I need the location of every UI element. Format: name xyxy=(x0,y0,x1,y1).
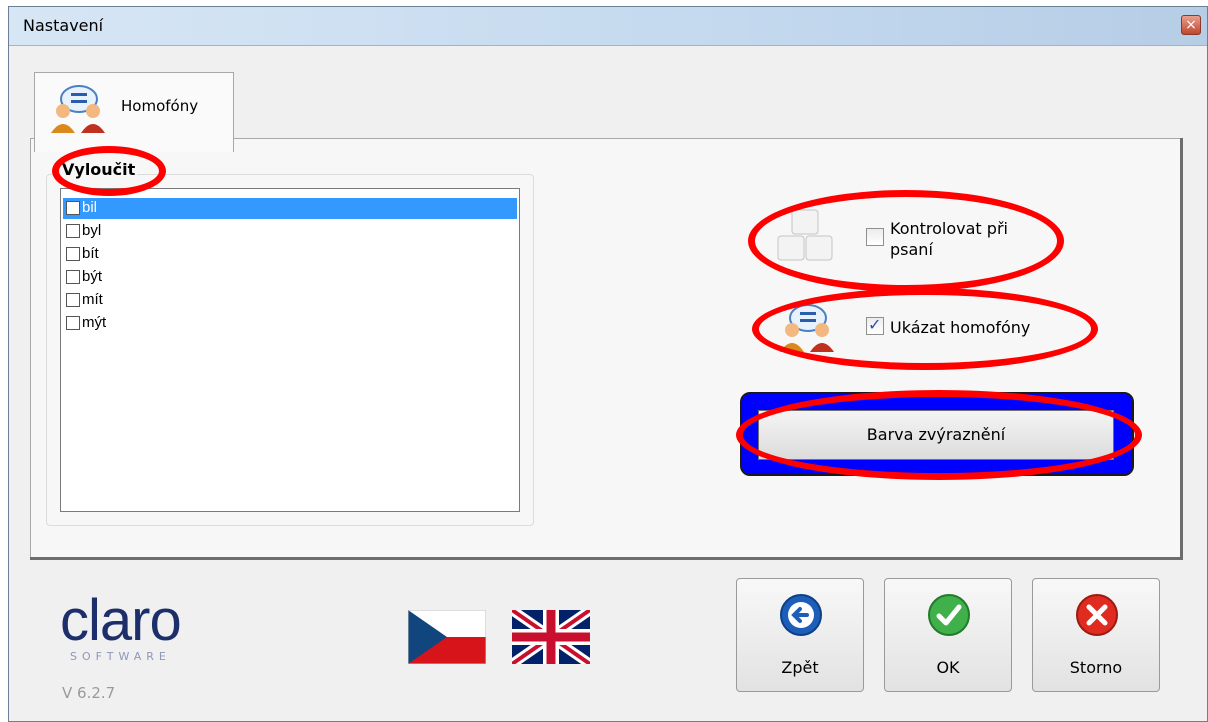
czech-flag-icon[interactable] xyxy=(407,609,487,665)
cancel-button-label: Storno xyxy=(1069,658,1123,677)
checkmark-icon xyxy=(928,594,970,636)
list-item-label: bít xyxy=(82,245,99,262)
panel-shadow-bottom xyxy=(30,557,1182,560)
list-item[interactable]: bít xyxy=(63,244,517,265)
check-while-typing-checkbox[interactable] xyxy=(866,228,884,246)
desktop-edge xyxy=(0,0,8,722)
keyboard-keys-icon xyxy=(776,208,840,268)
list-item-label: bil xyxy=(82,199,98,216)
close-button[interactable]: × xyxy=(1181,15,1201,35)
label-line-1: Kontrolovat při xyxy=(890,219,1008,238)
exclude-list[interactable]: bil byl bít být mít mýt xyxy=(60,188,520,512)
cancel-x-icon xyxy=(1076,594,1118,636)
list-item-label: byl xyxy=(82,222,102,239)
list-item-label: být xyxy=(82,268,103,285)
title-bar[interactable]: Nastavení × xyxy=(9,7,1207,46)
check-while-typing-option[interactable]: Kontrolovat při psaní xyxy=(866,218,1008,260)
homophones-icon xyxy=(776,300,840,360)
homophones-icon xyxy=(47,83,111,139)
ok-button-label: OK xyxy=(936,658,960,677)
label-line-2: psaní xyxy=(890,240,933,259)
list-item-label: mýt xyxy=(82,314,107,331)
check-while-typing-label: Kontrolovat při psaní xyxy=(890,218,1008,260)
uk-flag-icon[interactable] xyxy=(509,605,593,669)
item-checkbox[interactable] xyxy=(66,247,80,262)
list-item[interactable]: mýt xyxy=(63,313,517,334)
list-item[interactable]: mít xyxy=(63,290,517,311)
claro-logo: claro SOFTWARE xyxy=(60,588,182,664)
back-button-label: Zpět xyxy=(781,658,819,677)
version-label: V 6.2.7 xyxy=(62,684,116,702)
item-checkbox[interactable] xyxy=(66,201,80,216)
list-item[interactable]: bil xyxy=(63,198,517,219)
list-item[interactable]: byl xyxy=(63,221,517,242)
highlight-color-button[interactable]: Barva zvýraznění xyxy=(758,410,1114,460)
back-button[interactable]: Zpět xyxy=(736,578,864,692)
exclude-title: Vyloučit xyxy=(60,160,138,179)
logo-main-text: claro xyxy=(60,588,182,653)
list-item-label: mít xyxy=(82,291,103,308)
item-checkbox[interactable] xyxy=(66,270,80,285)
show-homophones-option[interactable]: Ukázat homofóny xyxy=(866,315,1031,338)
tab-homophones[interactable]: Homofóny xyxy=(34,72,234,152)
show-homophones-checkbox[interactable] xyxy=(866,315,884,335)
show-homophones-label: Ukázat homofóny xyxy=(890,318,1031,337)
tab-label: Homofóny xyxy=(121,97,199,115)
panel-shadow-right xyxy=(1180,138,1183,560)
cancel-button[interactable]: Storno xyxy=(1032,578,1160,692)
item-checkbox[interactable] xyxy=(66,316,80,331)
item-checkbox[interactable] xyxy=(66,293,80,308)
ok-button[interactable]: OK xyxy=(884,578,1012,692)
list-item[interactable]: být xyxy=(63,267,517,288)
back-arrow-icon xyxy=(780,594,822,636)
logo-sub-text: SOFTWARE xyxy=(70,650,171,663)
item-checkbox[interactable] xyxy=(66,224,80,239)
window-title: Nastavení xyxy=(23,16,104,35)
